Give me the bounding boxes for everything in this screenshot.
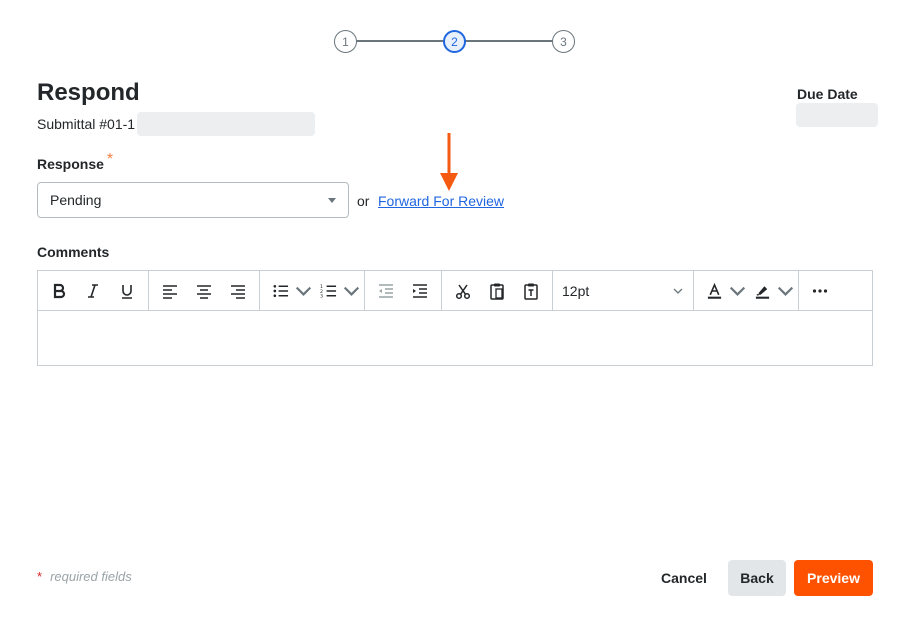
response-label-text: Response [37,156,104,172]
outdent-icon[interactable] [369,275,403,307]
preview-button[interactable]: Preview [794,560,873,596]
format-group [38,271,149,310]
back-button[interactable]: Back [728,560,786,596]
indent-icon[interactable] [403,275,437,307]
align-left-icon[interactable] [153,275,187,307]
page-title: Respond [37,79,140,106]
svg-text:3: 3 [320,293,323,299]
highlight-button[interactable] [746,275,794,307]
paste-icon[interactable] [480,275,514,307]
chevron-down-icon [295,286,312,296]
align-center-icon[interactable] [187,275,221,307]
comments-text-area[interactable] [38,311,872,365]
numbered-list-button[interactable]: 123 [312,275,360,307]
text-color-button[interactable] [698,275,746,307]
caret-down-icon [328,198,336,203]
required-marker: * [106,151,114,168]
italic-icon[interactable] [76,275,110,307]
font-size-select[interactable]: 12pt [553,283,693,299]
highlight-icon [755,285,770,299]
font-size-group: 12pt [553,271,694,310]
comments-label: Comments [37,244,110,260]
chevron-down-icon [343,286,360,296]
text-color-icon [707,282,722,299]
step-1: 1 [334,30,357,53]
required-note-text: required fields [50,569,132,584]
redacted-due-date [796,103,878,127]
list-group: 123 [260,271,365,310]
numbered-list-icon: 123 [320,284,337,299]
step-number: 2 [451,34,458,49]
more-group [799,271,841,310]
align-right-icon[interactable] [221,275,255,307]
chevron-down-icon [777,286,794,296]
or-text: or [357,193,370,209]
chevron-down-icon [729,286,746,296]
required-star: * [37,569,43,584]
comments-editor: 123 12pt [37,270,873,366]
step-3: 3 [552,30,575,53]
cut-icon[interactable] [446,275,480,307]
color-group [694,271,799,310]
submittal-subtitle: Submittal #01-1 [37,112,316,136]
annotation-arrow-icon [440,133,458,191]
indent-group [365,271,442,310]
more-icon[interactable] [803,275,837,307]
step-2-active: 2 [443,30,466,53]
paste-text-icon[interactable] [514,275,548,307]
chevron-down-icon [673,288,683,294]
cancel-button[interactable]: Cancel [651,560,717,596]
progress-stepper: 1 2 3 [334,30,576,53]
underline-icon[interactable] [110,275,144,307]
forward-for-review-link[interactable]: Forward For Review [378,193,504,209]
stepper-line [356,40,445,42]
bullet-list-icon [273,284,289,297]
step-number: 3 [560,34,567,49]
bold-icon[interactable] [42,275,76,307]
response-select-value: Pending [50,192,102,208]
bullet-list-button[interactable] [264,275,312,307]
response-label: Response * [37,151,113,174]
redacted-submittal-title [137,112,316,136]
editor-toolbar: 123 12pt [38,271,872,311]
step-number: 1 [342,34,349,49]
submittal-number: Submittal #01-1 [37,116,136,132]
clipboard-group [442,271,553,310]
font-size-value: 12pt [562,282,590,299]
stepper-line [465,40,554,42]
align-group [149,271,260,310]
response-select[interactable]: Pending [37,182,349,218]
due-date-label: Due Date [797,86,858,102]
required-fields-note: * required fields [37,569,132,584]
